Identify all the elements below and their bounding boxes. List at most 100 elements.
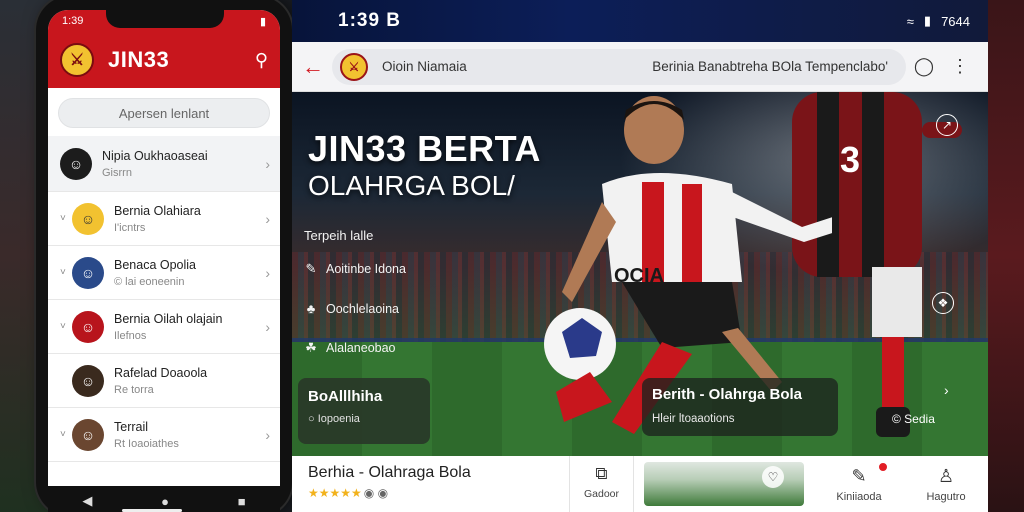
hero-menu-item-label: Aoitinbe Idona	[326, 262, 406, 276]
chat-subtitle: Re torra	[114, 383, 154, 396]
address-site: Oioin Niamaia	[382, 59, 467, 74]
phone-screen: 1:39 ▮ ⚔ JIN33 ⚲ Apersen lenlant ☺ Nipia…	[48, 10, 280, 486]
tablet-status-time: 1:39 B	[338, 10, 402, 31]
nav-favorites-label: Kiniiaoda	[836, 490, 882, 503]
back-triangle-icon[interactable]: ◀	[82, 493, 92, 509]
tablet-status-right: 7644	[941, 13, 970, 29]
chat-list-item[interactable]: ˅ ☺ Bernia Olahiara I'icntrs ›	[48, 192, 280, 246]
featured-article-subtitle: Hleir ltoaaotions	[652, 413, 735, 425]
chat-name: Bernia Olahiara	[114, 203, 201, 218]
hero-headline: JIN33 BERTA OLAHRGA BOL/	[308, 128, 541, 202]
user-icon: ♙	[937, 465, 955, 486]
tablet-device: 1:39 B ≈ ▮ 7644 ← ⚔ Oioin Niamaia Berini…	[292, 0, 988, 512]
avatar: ☺	[72, 418, 104, 451]
settings-circle-icon[interactable]: ❖	[932, 292, 954, 314]
hero-menu-title: Terpeih lalle	[304, 228, 374, 243]
avatar: ☺	[72, 364, 104, 397]
chat-list-item[interactable]: ˅ ☺ Terrail Rt Ioaoiathes ›	[48, 408, 280, 462]
tablet-status-bar: 1:39 B ≈ ▮ 7644	[292, 0, 988, 42]
address-page: Berinia Banabtreha BOla Tempenclabo'	[652, 59, 888, 74]
hero-menu-item-label: Alalaneobao	[326, 341, 396, 355]
chat-list-item[interactable]: ˅ ☺ Bernia Oilah olajain Ilefnos ›	[48, 300, 280, 354]
featured-article-meta: © Sedia	[892, 412, 935, 426]
caret-down-icon: ˅	[60, 429, 66, 440]
notification-badge	[877, 461, 888, 472]
article-thumbnail[interactable]: ♡	[644, 462, 804, 506]
club-crest-icon[interactable]: ⚔	[60, 43, 94, 77]
search-input[interactable]: Apersen lenlant	[58, 98, 270, 128]
svg-text:3: 3	[840, 139, 860, 180]
search-icon[interactable]: ⚲	[255, 50, 268, 71]
avatar: ☺	[60, 147, 92, 180]
back-arrow-icon[interactable]: ←	[302, 54, 332, 80]
chevron-right-icon: ›	[265, 426, 270, 443]
chevron-right-icon[interactable]: ›	[944, 382, 949, 398]
club-icon: ♣	[306, 301, 316, 316]
hero-menu-item[interactable]: ✎ Aoitinbe Idona	[304, 261, 406, 277]
chat-list: ☺ Nipia Oukhaoaseai Gisrrn › ˅ ☺ Bernia …	[48, 136, 280, 462]
hero-headline-line-1: JIN33 BERTA	[308, 128, 541, 169]
caret-down-icon: ˅	[60, 213, 66, 224]
avatar: ☺	[72, 310, 104, 343]
chat-name: Nipia Oukhaoaseai	[102, 148, 208, 163]
app-title: JIN33	[108, 47, 170, 72]
bottom-article-info[interactable]: Berhia - Olahraga Bola ★★★★★ ◉ ◉	[292, 456, 570, 512]
featured-article-card[interactable]: Berith - Olahrga Bola Hleir ltoaaotions	[642, 378, 838, 436]
bottom-navigation: ✎ Kiniiaoda ♙ Hagutro	[814, 456, 988, 512]
rating-icons: ◉ ◉	[363, 486, 389, 500]
hero-menu-item-label: Oochlelaoina	[326, 301, 399, 316]
circle-icon[interactable]: ◯	[906, 56, 942, 77]
hero-headline-line-2: OLAHRGA BOL/	[308, 170, 515, 201]
home-circle-icon[interactable]: ●	[161, 494, 169, 509]
heart-icon[interactable]: ♡	[762, 466, 784, 488]
chat-subtitle: © lai eoneenin	[114, 275, 185, 288]
article-card-subtitle: ○ Iopoenia	[308, 413, 360, 425]
chat-list-item[interactable]: ☺ Rafelad Doaoola Re torra	[48, 354, 280, 408]
hero-menu: Terpeih lalle ✎ Aoitinbe Idona ♣ Oochlel…	[304, 228, 406, 380]
battery-icon: ▮	[923, 13, 932, 28]
nav-profile[interactable]: ♙ Hagutro	[926, 466, 965, 503]
chat-subtitle: Ilefnos	[114, 329, 147, 342]
expand-icon[interactable]: ↗	[936, 114, 958, 136]
nav-profile-label: Hagutro	[926, 490, 966, 503]
chat-subtitle: I'icntrs	[114, 221, 146, 234]
caret-down-icon: ˅	[60, 267, 66, 278]
hero-menu-item[interactable]: ☘ Alalaneobao	[304, 340, 406, 356]
address-bar[interactable]: ⚔ Oioin Niamaia Berinia Banabtreha BOla …	[332, 48, 906, 85]
pencil-icon: ✎	[305, 261, 317, 276]
share-icon: ⧉	[595, 464, 608, 483]
caret-down-icon: ˅	[60, 321, 66, 332]
rating-stars: ★★★★★ ◉ ◉	[308, 486, 389, 500]
phone-app-header: ⚔ JIN33 ⚲	[48, 32, 280, 88]
nav-favorites[interactable]: ✎ Kiniiaoda	[836, 461, 888, 503]
browser-toolbar: ← ⚔ Oioin Niamaia Berinia Banabtreha BOl…	[292, 42, 988, 92]
hero-menu-item[interactable]: ♣ Oochlelaoina	[304, 301, 406, 316]
hero-banner: 3 OCIA JIN33 BERTA OLAHRGA BOL/ Terpeih …	[292, 92, 988, 456]
chevron-right-icon: ›	[265, 318, 270, 335]
club-crest-icon: ⚔	[340, 52, 368, 81]
chat-list-item[interactable]: ☺ Nipia Oukhaoaseai Gisrrn ›	[48, 136, 280, 192]
phone-notch	[106, 10, 224, 28]
chat-name: Benaca Opolia	[114, 257, 197, 272]
share-label: Gadoor	[583, 488, 620, 500]
chat-name: Terrail	[114, 419, 149, 434]
phone-status-time: 1:39	[62, 15, 84, 27]
chevron-right-icon: ›	[265, 155, 270, 172]
chat-subtitle: Rt Ioaoiathes	[114, 437, 179, 450]
chat-list-item[interactable]: ˅ ☺ Benaca Opolia © lai eoneenin ›	[48, 246, 280, 300]
avatar: ☺	[72, 202, 104, 235]
bottom-article-title: Berhia - Olahraga Bola	[308, 464, 471, 481]
share-button[interactable]: ⧉ Gadoor	[570, 456, 634, 512]
article-card[interactable]: BoAlllhiha ○ Iopoenia	[298, 378, 430, 444]
battery-icon: ▮	[259, 15, 266, 28]
phone-device: 1:39 ▮ ⚔ JIN33 ⚲ Apersen lenlant ☺ Nipia…	[36, 0, 292, 512]
more-vertical-icon[interactable]: ⋮	[942, 56, 978, 77]
avatar: ☺	[72, 256, 104, 289]
recents-square-icon[interactable]: ■	[238, 494, 246, 509]
wifi-icon: ≈	[906, 13, 914, 29]
bottom-bar: Berhia - Olahraga Bola ★★★★★ ◉ ◉ ⧉ Gadoor…	[292, 456, 988, 512]
featured-article-title: Berith - Olahrga Bola	[652, 386, 803, 403]
chevron-right-icon: ›	[265, 264, 270, 281]
leaf-icon: ☘	[305, 340, 317, 355]
chevron-right-icon: ›	[265, 210, 270, 227]
